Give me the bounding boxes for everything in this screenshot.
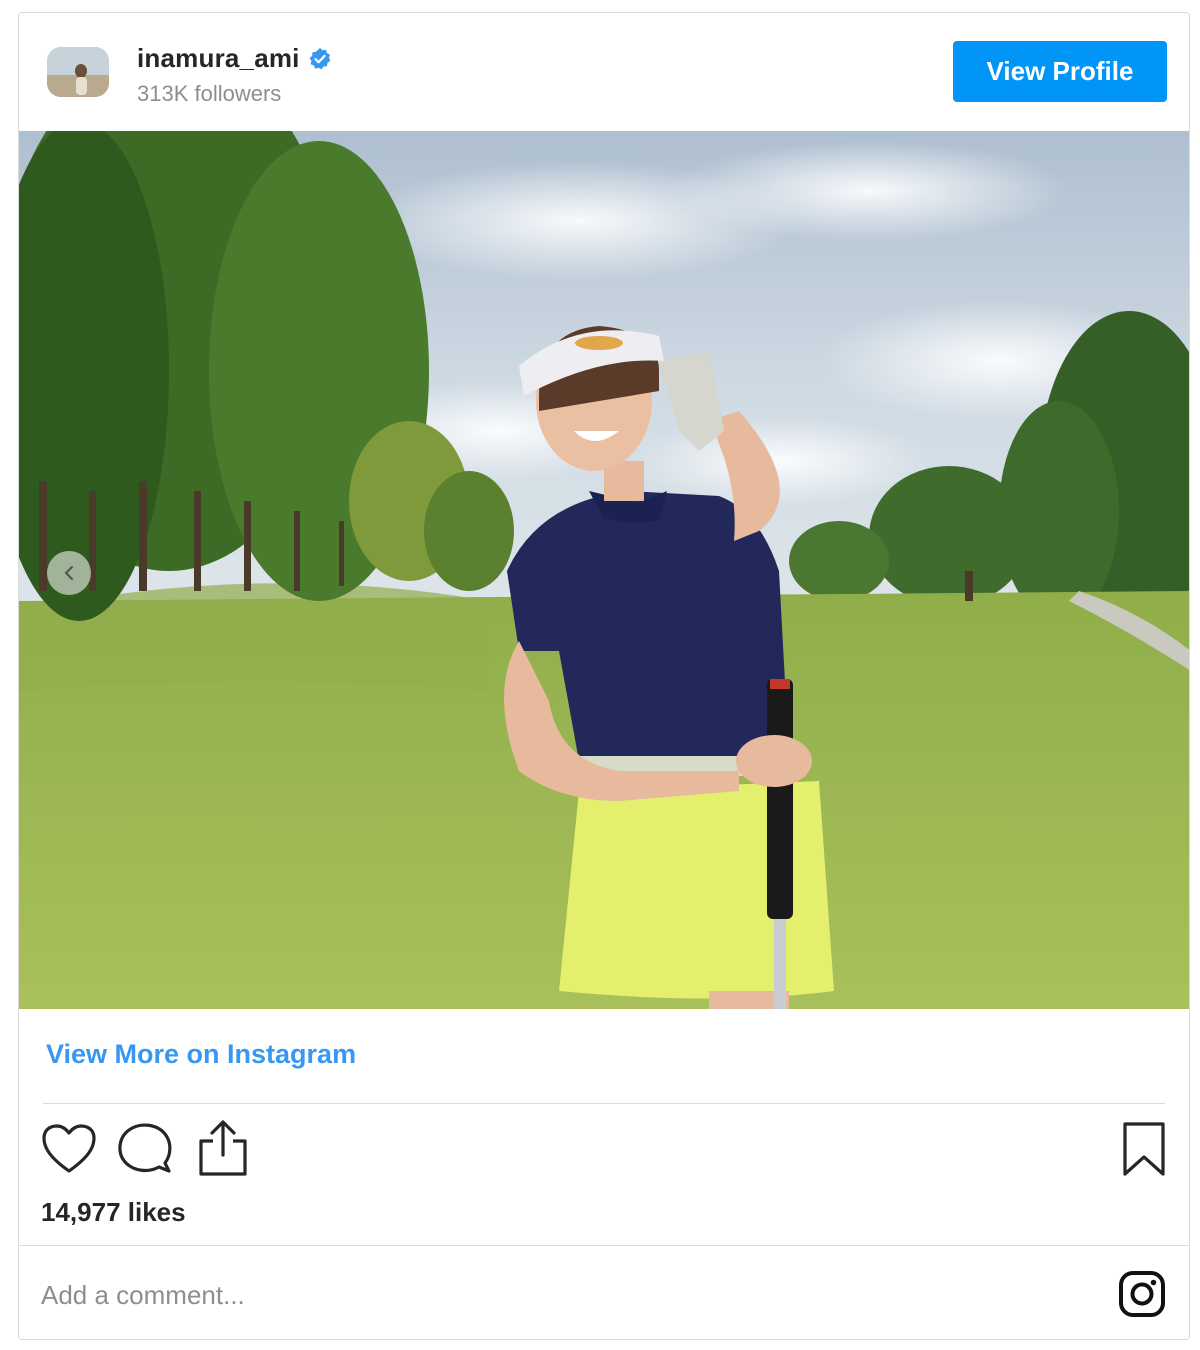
comment-input[interactable] (41, 1273, 1091, 1317)
verified-badge-icon (308, 47, 332, 71)
post-photo[interactable] (19, 131, 1189, 1009)
like-count: 14,977 likes (41, 1197, 186, 1227)
view-profile-button[interactable]: View Profile (953, 41, 1167, 102)
like-button[interactable] (41, 1123, 97, 1177)
heart-icon (42, 1124, 96, 1173)
share-button[interactable] (197, 1119, 249, 1177)
view-more-link[interactable]: View More on Instagram (46, 1039, 356, 1070)
username[interactable]: inamura_ami (137, 43, 300, 74)
comment-button[interactable] (117, 1121, 175, 1177)
bookmark-icon (1123, 1122, 1165, 1176)
follower-count: 313K followers (137, 81, 282, 106)
username-row: inamura_ami (137, 43, 332, 74)
instagram-embed-card: inamura_ami 313K followers View Profile (18, 12, 1190, 1340)
avatar[interactable] (47, 47, 109, 97)
golf-course-photo (19, 131, 1189, 1009)
post-header: inamura_ami 313K followers View Profile (19, 13, 1189, 131)
divider (19, 1245, 1189, 1246)
save-button[interactable] (1121, 1121, 1167, 1177)
divider (43, 1103, 1165, 1104)
instagram-link[interactable] (1117, 1269, 1167, 1319)
comment-icon (118, 1123, 172, 1173)
share-icon (199, 1120, 247, 1176)
chevron-left-icon (64, 565, 74, 581)
carousel-prev-button[interactable] (47, 551, 91, 595)
instagram-icon (1119, 1271, 1165, 1317)
